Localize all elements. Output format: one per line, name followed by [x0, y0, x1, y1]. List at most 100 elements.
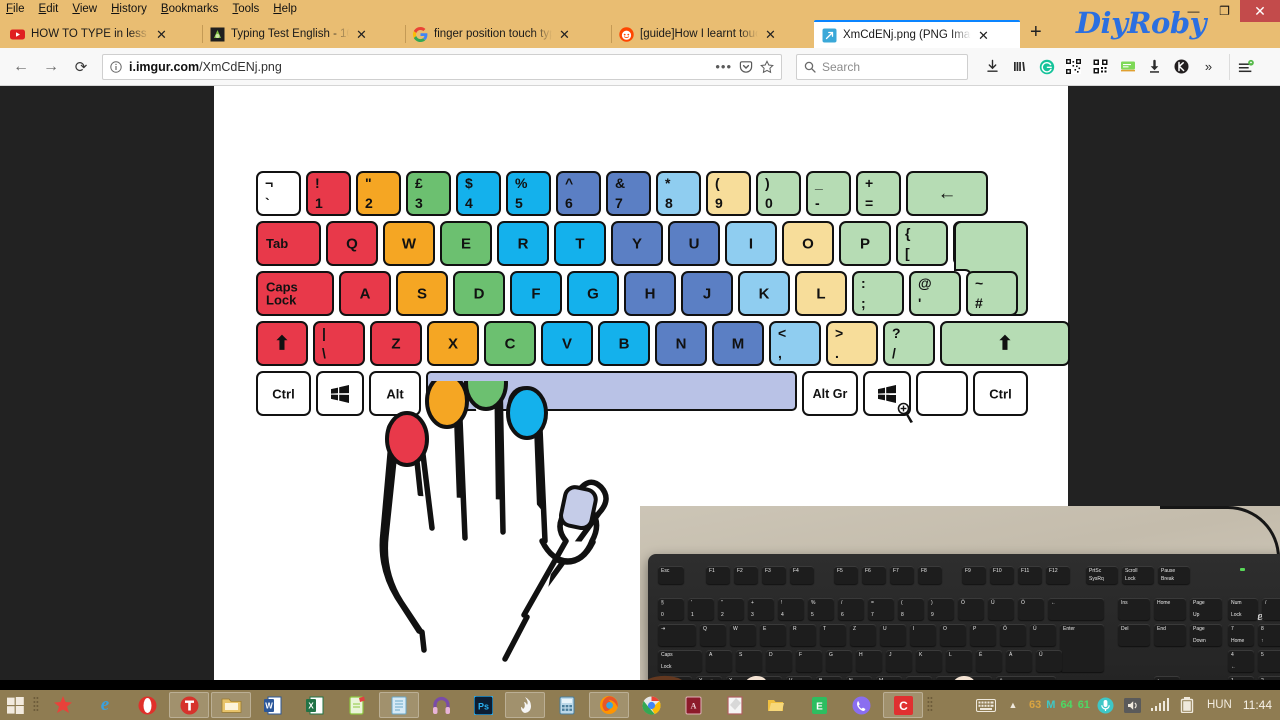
- key-minus[interactable]: _ -: [806, 171, 851, 216]
- right-shift-key[interactable]: ⬆: [940, 321, 1070, 366]
- key-t[interactable]: T: [554, 221, 606, 266]
- key-a[interactable]: A: [339, 271, 391, 316]
- key-k[interactable]: K: [738, 271, 790, 316]
- taskbar-icon-evernote[interactable]: E: [799, 692, 839, 718]
- qr-reader-icon[interactable]: [1088, 54, 1113, 80]
- taskbar-icon-notepad[interactable]: [379, 692, 419, 718]
- menu-item-tools[interactable]: Tools: [232, 0, 259, 18]
- key-2[interactable]: " 2: [356, 171, 401, 216]
- key-1[interactable]: ! 1: [306, 171, 351, 216]
- translate-icon[interactable]: [1115, 54, 1140, 80]
- key-6[interactable]: ^ 6: [556, 171, 601, 216]
- pocket-icon[interactable]: [739, 60, 753, 74]
- overflow-chevrons-icon[interactable]: »: [1196, 54, 1221, 80]
- key-r[interactable]: R: [497, 221, 549, 266]
- tab-key[interactable]: Tab: [256, 221, 321, 266]
- key-x[interactable]: X: [427, 321, 479, 366]
- key-backslash[interactable]: | \: [313, 321, 365, 366]
- right-ctrl-key[interactable]: Ctrl: [973, 371, 1028, 416]
- key-left-bracket[interactable]: { [: [896, 221, 948, 266]
- tab-typing-test[interactable]: Typing Test English - 10FastFin ✕: [202, 20, 405, 48]
- taskbar-icon-folders[interactable]: [757, 692, 797, 718]
- key-s[interactable]: S: [396, 271, 448, 316]
- key-semicolon[interactable]: : ;: [852, 271, 904, 316]
- signal-bars-icon[interactable]: [1149, 694, 1171, 716]
- menu-key[interactable]: [916, 371, 968, 416]
- key-0[interactable]: ) 0: [756, 171, 801, 216]
- tab-close-icon[interactable]: ✕: [764, 28, 777, 41]
- address-bar[interactable]: i.imgur.com/XmCdENj.png •••: [102, 53, 782, 80]
- left-windows-key[interactable]: [316, 371, 364, 416]
- search-input[interactable]: Search: [822, 60, 860, 74]
- key-7[interactable]: & 7: [606, 171, 651, 216]
- taskbar-icon-word[interactable]: W: [253, 692, 293, 718]
- tray-stat-61[interactable]: 61: [1078, 699, 1090, 711]
- key-8[interactable]: * 8: [656, 171, 701, 216]
- start-button[interactable]: [0, 690, 30, 720]
- taskbar-icon-opera[interactable]: [127, 692, 167, 718]
- menu-item-help[interactable]: Help: [273, 0, 297, 18]
- key-w[interactable]: W: [383, 221, 435, 266]
- key-n[interactable]: N: [655, 321, 707, 366]
- tab-close-icon[interactable]: ✕: [355, 28, 368, 41]
- key-f[interactable]: F: [510, 271, 562, 316]
- key-i[interactable]: I: [725, 221, 777, 266]
- key-c[interactable]: C: [484, 321, 536, 366]
- taskbar-icon-torrent[interactable]: [169, 692, 209, 718]
- tab-xmcdenj-png[interactable]: XmCdENj.png (PNG Image, 168 ✕: [814, 20, 1020, 48]
- left-ctrl-key[interactable]: Ctrl: [256, 371, 311, 416]
- menu-item-view[interactable]: View: [72, 0, 97, 18]
- tray-stat-63[interactable]: 63: [1029, 699, 1041, 711]
- tab-close-icon[interactable]: ✕: [155, 28, 168, 41]
- key-v[interactable]: V: [541, 321, 593, 366]
- download-manager-icon[interactable]: [1142, 54, 1167, 80]
- qr-code-icon[interactable]: [1061, 54, 1086, 80]
- taskbar-icon-firefox-dev[interactable]: [43, 692, 83, 718]
- taskbar-icon-calculator[interactable]: [547, 692, 587, 718]
- key-e[interactable]: E: [440, 221, 492, 266]
- taskbar-icon-notes[interactable]: [337, 692, 377, 718]
- key-z[interactable]: Z: [370, 321, 422, 366]
- key-y[interactable]: Y: [611, 221, 663, 266]
- speaker-icon[interactable]: [1122, 694, 1144, 716]
- library-icon[interactable]: [1007, 54, 1032, 80]
- key-9[interactable]: ( 9: [706, 171, 751, 216]
- menu-item-edit[interactable]: Edit: [39, 0, 59, 18]
- key-equals[interactable]: + =: [856, 171, 901, 216]
- key-slash[interactable]: ? /: [883, 321, 935, 366]
- reload-icon[interactable]: ⟳: [68, 54, 94, 80]
- key-hash[interactable]: ~ #: [966, 271, 1018, 316]
- taskbar-icon-firefox[interactable]: [589, 692, 629, 718]
- key-comma[interactable]: < ,: [769, 321, 821, 366]
- key-g[interactable]: G: [567, 271, 619, 316]
- key-4[interactable]: $ 4: [456, 171, 501, 216]
- taskbar-clock[interactable]: 11:44: [1243, 698, 1272, 712]
- taskbar-icon-excel[interactable]: X: [295, 692, 335, 718]
- kaspersky-icon[interactable]: [1169, 54, 1194, 80]
- key-l[interactable]: L: [795, 271, 847, 316]
- taskbar-grip-handle[interactable]: [30, 690, 42, 720]
- back-icon[interactable]: ←: [8, 54, 34, 80]
- tab-close-icon[interactable]: ✕: [977, 29, 990, 42]
- key-m[interactable]: M: [712, 321, 764, 366]
- battery-icon[interactable]: [1176, 694, 1198, 716]
- info-circle-icon[interactable]: [110, 60, 122, 73]
- key-u[interactable]: U: [668, 221, 720, 266]
- taskbar-icon-chrome[interactable]: [631, 692, 671, 718]
- taskbar-icon-file-explorer[interactable]: [211, 692, 251, 718]
- taskbar-icon-flame[interactable]: [505, 692, 545, 718]
- forward-icon[interactable]: →: [38, 54, 64, 80]
- tray-stat-64[interactable]: 64: [1060, 699, 1072, 711]
- tab-how-to-type[interactable]: HOW TO TYPE in less than ONE ✕: [2, 20, 202, 48]
- tab-close-icon[interactable]: ✕: [558, 28, 571, 41]
- page-actions-icon[interactable]: •••: [715, 59, 732, 74]
- key-3[interactable]: £ 3: [406, 171, 451, 216]
- taskbar-icon-internet-explorer[interactable]: e: [85, 692, 125, 718]
- key-j[interactable]: J: [681, 271, 733, 316]
- key-p[interactable]: P: [839, 221, 891, 266]
- grammarly-icon[interactable]: [1034, 54, 1059, 80]
- hamburger-menu-icon[interactable]: [1229, 53, 1254, 80]
- key-apostrophe[interactable]: @ ': [909, 271, 961, 316]
- menu-item-history[interactable]: History: [111, 0, 147, 18]
- taskbar-icon-camtasia[interactable]: C: [883, 692, 923, 718]
